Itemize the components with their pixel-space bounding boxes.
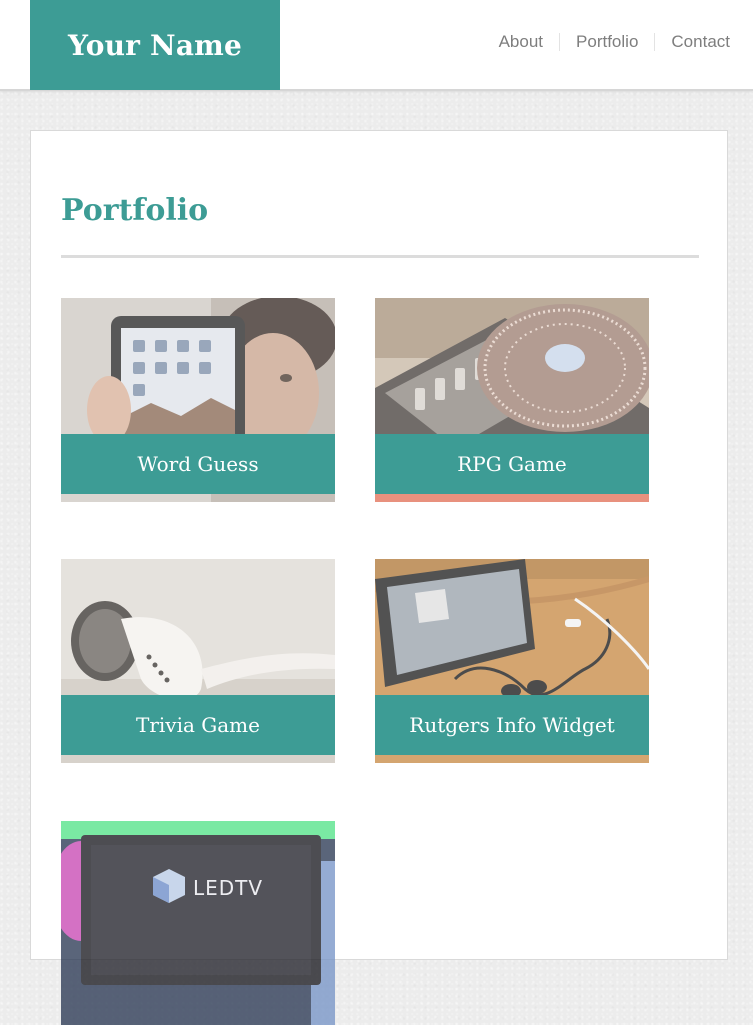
portfolio-item-led-tv[interactable]: LEDTV	[61, 821, 335, 1025]
site-header: Your Name About Portfolio Contact	[0, 0, 753, 91]
page-title: Portfolio	[61, 193, 209, 228]
content-card: Portfolio Word Guess RPG Game Trivia Gam…	[30, 130, 728, 1025]
portfolio-item-title: RPG Game	[375, 434, 649, 494]
led-tv-photo-icon: LEDTV	[61, 821, 335, 1025]
title-divider	[61, 255, 699, 258]
portfolio-item-trivia-game[interactable]: Trivia Game	[61, 559, 335, 763]
nav-link-about[interactable]: About	[483, 33, 559, 51]
led-tv-photo-text: LEDTV	[193, 876, 263, 900]
brand-logo-link[interactable]: Your Name	[30, 0, 280, 90]
portfolio-item-title: Word Guess	[61, 434, 335, 494]
portfolio-item-word-guess[interactable]: Word Guess	[61, 298, 335, 502]
portfolio-item-rutgers-info-widget[interactable]: Rutgers Info Widget	[375, 559, 649, 763]
portfolio-item-rpg-game[interactable]: RPG Game	[375, 298, 649, 502]
portfolio-item-title: Trivia Game	[61, 695, 335, 755]
main-nav: About Portfolio Contact	[483, 33, 730, 51]
nav-link-contact[interactable]: Contact	[654, 33, 730, 51]
portfolio-item-title: Rutgers Info Widget	[375, 695, 649, 755]
nav-link-portfolio[interactable]: Portfolio	[559, 33, 654, 51]
